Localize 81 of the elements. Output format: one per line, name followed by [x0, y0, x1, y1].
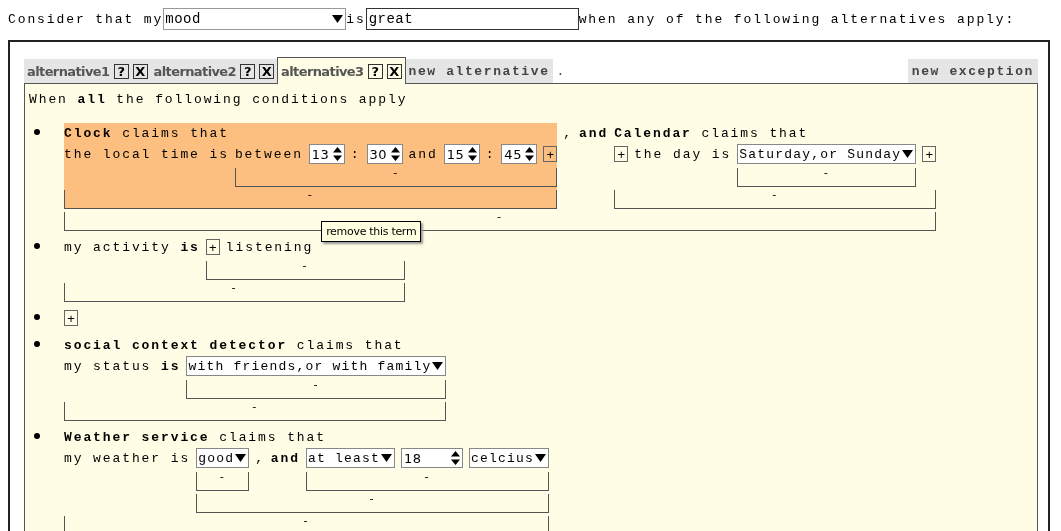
dropdown[interactable]: celcius	[468, 448, 549, 468]
remove-bracket[interactable]: -	[737, 168, 917, 187]
label-text: ,	[563, 125, 574, 143]
input-field[interactable]: great	[365, 8, 579, 30]
remove-bracket[interactable]: -	[614, 190, 937, 209]
spinner-arrows-icon	[467, 147, 477, 161]
dropdown[interactable]: with friends,or with family	[186, 356, 447, 376]
tab[interactable]: alternative1 ? X	[24, 59, 151, 83]
label-text: Weather service claims that	[64, 429, 326, 447]
caret-icon	[535, 454, 546, 462]
remove-bracket[interactable]: -	[64, 516, 549, 531]
bullet-icon	[34, 433, 40, 439]
label-text: is	[346, 11, 366, 27]
help-button[interactable]: ?	[367, 63, 383, 79]
bullet-icon	[34, 314, 40, 320]
add-button[interactable]: +	[205, 239, 220, 255]
tooltip: remove this term	[321, 221, 422, 242]
bullet-icon	[34, 243, 40, 249]
spinner-arrows-icon	[525, 147, 535, 161]
caret-icon	[235, 454, 247, 462]
number-spinner[interactable]: 30	[366, 144, 403, 164]
caret-icon	[432, 362, 444, 370]
highlighted-term[interactable]: Clock claims that the local time is between 13 : 30 and 15 : 45 + - -	[64, 123, 558, 209]
new-exception-button[interactable]: new exception	[907, 59, 1038, 83]
dropdown[interactable]: mood	[163, 8, 347, 30]
add-button[interactable]: +	[64, 310, 78, 326]
caret-icon	[902, 150, 914, 158]
number-spinner[interactable]: 45	[501, 144, 538, 164]
remove-bracket[interactable]: -	[64, 283, 406, 302]
remove-bracket[interactable]: -	[305, 472, 549, 491]
label-text: listening	[225, 239, 314, 257]
label-text: Clock claims that	[64, 125, 229, 143]
tab[interactable]: alternative2 ? X	[150, 59, 278, 83]
dropdown[interactable]: Saturday,or Sunday	[737, 144, 917, 164]
help-button[interactable]: ?	[113, 63, 129, 79]
dropdown[interactable]: at least	[305, 448, 395, 468]
caret-icon	[380, 454, 392, 462]
bullet-icon	[34, 341, 40, 347]
remove-bracket[interactable]: -	[64, 402, 447, 421]
label-text: and	[270, 450, 300, 468]
spinner-arrows-icon	[450, 451, 460, 465]
label-text: my status is	[64, 358, 181, 376]
remove-bracket[interactable]: -	[234, 168, 558, 187]
dropdown[interactable]: good	[196, 448, 250, 468]
label-text: and	[408, 146, 438, 164]
add-button[interactable]: +	[614, 146, 629, 162]
label-text: :	[350, 146, 361, 164]
number-spinner[interactable]: 15	[443, 144, 480, 164]
spinner-arrows-icon	[332, 147, 342, 161]
label-text: the day is	[634, 146, 732, 164]
label-text: my weather is	[64, 450, 191, 468]
close-button[interactable]: X	[132, 63, 148, 79]
remove-bracket[interactable]: -	[205, 261, 406, 280]
remove-bracket[interactable]: -	[196, 472, 250, 491]
label-text: the local time is	[64, 146, 229, 164]
label-text: between	[234, 146, 303, 164]
label-text: when any of the following alternatives apply:	[578, 11, 1016, 27]
label-text: .	[556, 62, 567, 81]
remove-bracket[interactable]: -	[64, 190, 558, 209]
label-text: and	[579, 125, 609, 143]
label-text: Calendar claims that	[614, 125, 809, 143]
label-text: Consider that my	[8, 11, 164, 27]
label-text: social context detector claims that	[64, 337, 404, 355]
number-spinner[interactable]: 13	[308, 144, 345, 164]
close-button[interactable]: X	[386, 63, 402, 79]
spinner-arrows-icon	[390, 147, 400, 161]
remove-bracket[interactable]: -	[196, 494, 549, 513]
add-button[interactable]: +	[543, 146, 558, 162]
number-spinner[interactable]: 18	[400, 448, 463, 468]
bullet-icon	[34, 129, 40, 135]
tab[interactable]: alternative3 ? X	[277, 57, 406, 84]
label-text: my activity is	[64, 239, 200, 257]
caret-icon	[332, 15, 344, 23]
label-text: :	[485, 146, 496, 164]
close-button[interactable]: X	[259, 63, 275, 79]
add-button[interactable]: +	[922, 146, 937, 162]
remove-bracket[interactable]: -	[186, 380, 447, 399]
intro-text: When all the following conditions apply	[29, 92, 408, 107]
label-text: ,	[255, 450, 265, 468]
help-button[interactable]: ?	[240, 63, 256, 79]
new-alternative-button[interactable]: new alternative	[405, 59, 553, 83]
